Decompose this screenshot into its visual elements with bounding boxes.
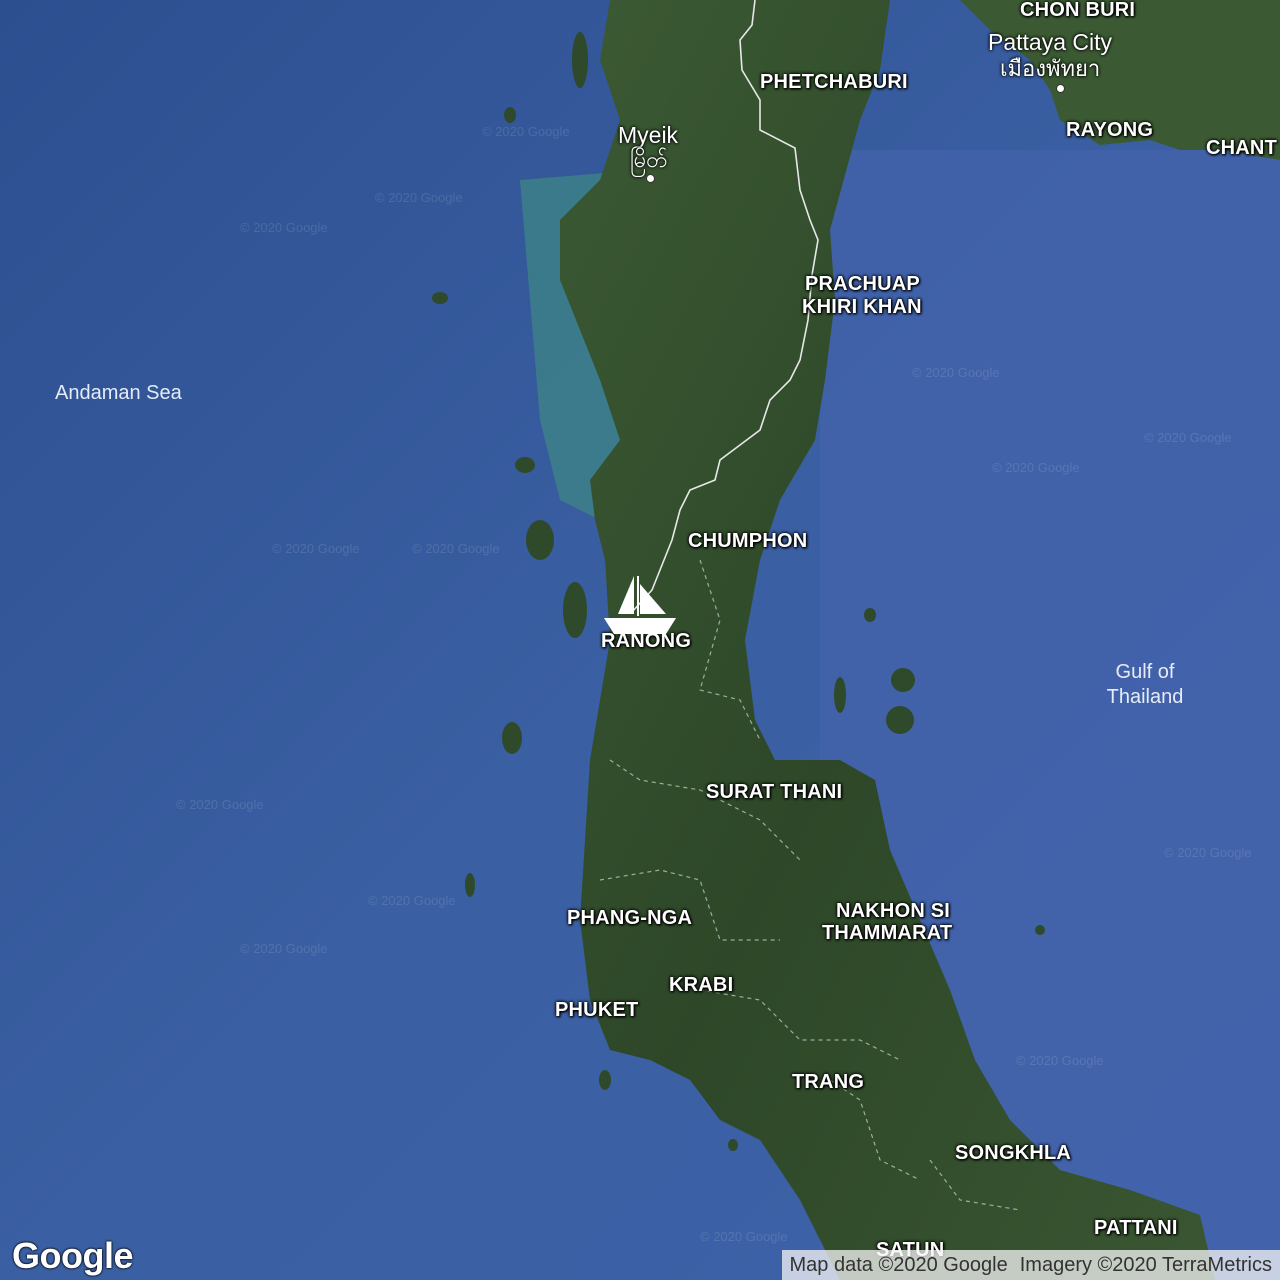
watermark: © 2020 Google	[240, 220, 328, 235]
province-label-prachuap-2: KHIRI KHAN	[802, 296, 922, 318]
province-label-pattani: PATTANI	[1094, 1217, 1178, 1239]
pattaya-local-label: เมืองพัทยา	[1000, 56, 1101, 81]
watermark: © 2020 Google	[1144, 430, 1232, 445]
province-label-krabi: KRABI	[669, 974, 734, 996]
myeik-dot[interactable]	[646, 174, 655, 183]
pattaya-label[interactable]: Pattaya City	[988, 30, 1112, 54]
province-label-chumphon: CHUMPHON	[688, 530, 808, 552]
province-label-chon-buri: CHON BURI	[1020, 0, 1136, 21]
watermark: © 2020 Google	[272, 541, 360, 556]
province-label-phuket: PHUKET	[555, 999, 639, 1021]
watermark: © 2020 Google	[992, 460, 1080, 475]
watermark: © 2020 Google	[700, 1229, 788, 1244]
myeik-local-label: မြိတ်	[630, 147, 668, 172]
map-data-attribution[interactable]: Map data ©2020 Google	[790, 1250, 1008, 1280]
watermark: © 2020 Google	[912, 365, 1000, 380]
map-view[interactable]: © 2020 Google © 2020 Google © 2020 Googl…	[0, 0, 1280, 1280]
province-label-phang-nga: PHANG-NGA	[567, 907, 693, 929]
watermark: © 2020 Google	[1164, 845, 1252, 860]
pattaya-dot[interactable]	[1056, 84, 1065, 93]
google-logo: Google	[12, 1235, 134, 1276]
province-label-chanthaburi: CHANT	[1206, 137, 1277, 159]
watermark: © 2020 Google	[375, 190, 463, 205]
gulf-label-line2: Thailand	[1106, 686, 1184, 708]
province-label-phetchaburi: PHETCHABURI	[760, 71, 908, 93]
watermark: © 2020 Google	[482, 124, 570, 139]
province-label-trang: TRANG	[792, 1071, 865, 1093]
watermark: © 2020 Google	[368, 893, 456, 908]
gulf-label-line1: Gulf of	[1115, 661, 1175, 683]
province-label-surat-thani: SURAT THANI	[706, 781, 843, 803]
province-label-songkhla: SONGKHLA	[955, 1142, 1072, 1164]
myeik-label[interactable]: Myeik	[618, 123, 678, 147]
province-label-nakhon-2: THAMMARAT	[822, 922, 953, 944]
watermark: © 2020 Google	[176, 797, 264, 812]
watermark: © 2020 Google	[412, 541, 500, 556]
andaman-sea-label: Andaman Sea	[55, 382, 182, 404]
province-label-prachuap-1: PRACHUAP	[805, 273, 920, 295]
sailboat-icon[interactable]	[604, 574, 676, 636]
watermark: © 2020 Google	[1016, 1053, 1104, 1068]
province-label-nakhon-1: NAKHON SI	[836, 900, 951, 922]
watermark: © 2020 Google	[240, 941, 328, 956]
attribution-bar: Map data ©2020 Google Imagery ©2020 Terr…	[781, 1250, 1280, 1280]
imagery-attribution: Imagery ©2020 TerraMetrics	[1019, 1254, 1272, 1276]
province-label-rayong: RAYONG	[1066, 119, 1154, 141]
